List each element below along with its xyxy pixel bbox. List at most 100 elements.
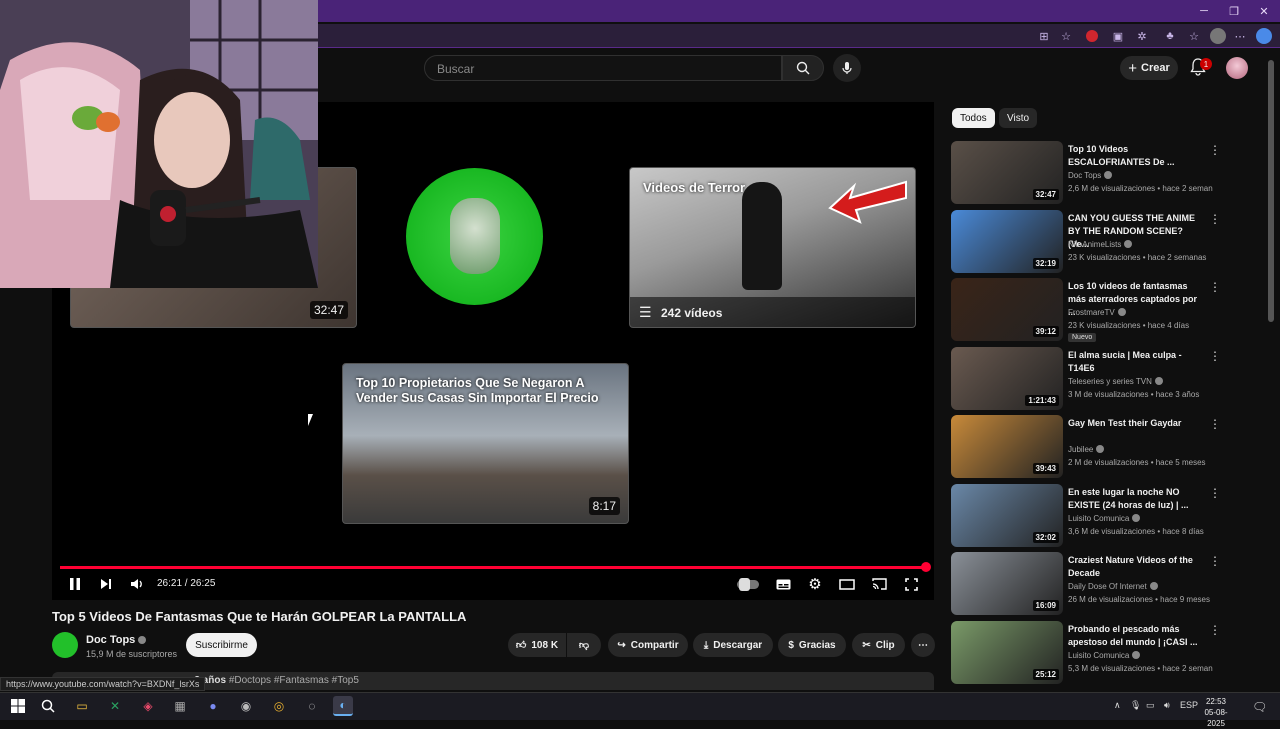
extension-icon[interactable]: ▣	[1110, 28, 1126, 44]
recommendation-thumbnail[interactable]: 39:43	[951, 415, 1063, 478]
account-avatar[interactable]	[1226, 57, 1248, 79]
recommendation-item[interactable]: 32:47 Top 10 Videos ESCALOFRIANTES De ..…	[951, 141, 1261, 205]
recommendation-title[interactable]: Top 10 Videos ESCALOFRIANTES De ...	[1068, 143, 1206, 169]
recommendation-thumbnail[interactable]: 16:09	[951, 552, 1063, 615]
chrome-icon[interactable]: ◎	[269, 696, 289, 716]
more-icon[interactable]: ⋯	[1232, 28, 1248, 44]
restore-icon[interactable]: ❐	[1218, 0, 1250, 22]
file-explorer-icon[interactable]: ▭	[72, 696, 92, 716]
recommendation-channel[interactable]: Luisito Comunica	[1068, 650, 1141, 660]
app-icon[interactable]: ▦	[170, 696, 190, 716]
recommendation-channel[interactable]: FrostmareTV	[1068, 308, 1126, 317]
recommendation-item[interactable]: 32:19 CAN YOU GUESS THE ANIME BY THE RAN…	[951, 209, 1261, 274]
recommendation-channel[interactable]: Doc Tops	[1068, 171, 1113, 180]
progress-bar[interactable]	[60, 566, 926, 569]
page-scrollbar[interactable]	[1268, 60, 1274, 322]
like-button[interactable]: 👍︎ 108 K	[508, 633, 566, 657]
windows-start-icon[interactable]	[8, 696, 28, 716]
recommendation-item[interactable]: 25:12 Probando el pescado más apestoso d…	[951, 620, 1261, 685]
subscribe-button[interactable]: Suscribirme	[186, 633, 257, 657]
favorites-icon[interactable]: ☆	[1186, 28, 1202, 44]
taskbar-clock[interactable]: 22:53 05-08-2025	[1196, 696, 1236, 729]
endcard-video-2[interactable]: Top 10 Propietarios Que Se Negaron A Ven…	[342, 363, 629, 524]
notification-center-icon[interactable]: 🗨︎	[1252, 700, 1267, 714]
theater-mode-button[interactable]	[838, 575, 856, 593]
recommendation-thumbnail[interactable]: 25:12	[951, 620, 1063, 684]
more-vertical-icon[interactable]: ⋮	[1209, 143, 1221, 157]
network-icon[interactable]: ▭	[1146, 700, 1155, 711]
recommendation-thumbnail[interactable]: 39:12	[951, 278, 1063, 341]
more-actions-button[interactable]: ⋯	[911, 633, 935, 657]
cast-button[interactable]	[870, 575, 888, 593]
autoplay-toggle[interactable]	[736, 575, 760, 593]
copilot-icon[interactable]	[1256, 28, 1272, 44]
recommendation-item[interactable]: 1:21:43 El alma sucia | Mea culpa - T14E…	[951, 346, 1261, 411]
subtitles-button[interactable]	[774, 575, 792, 593]
recommendation-thumbnail[interactable]: 1:21:43	[951, 346, 1063, 410]
next-button[interactable]	[97, 575, 115, 593]
extension-icon[interactable]	[1086, 30, 1098, 42]
clip-button[interactable]: ✂ Clip	[852, 633, 905, 657]
recommendation-channel[interactable]: Daily Dose Of Internet	[1068, 582, 1158, 591]
recommendation-title[interactable]: Gay Men Test their Gaydar	[1068, 417, 1206, 430]
more-vertical-icon[interactable]: ⋮	[1209, 623, 1221, 637]
recommendation-channel[interactable]: NitoAnimeLists	[1068, 239, 1133, 249]
more-vertical-icon[interactable]: ⋮	[1209, 554, 1221, 568]
share-button[interactable]: ↪ Compartir	[608, 633, 688, 657]
search-input[interactable]: Buscar	[424, 55, 782, 81]
recommendation-channel[interactable]: Jubilee	[1068, 445, 1105, 454]
channel-avatar[interactable]	[52, 632, 78, 658]
dislike-button[interactable]: 👎︎	[567, 633, 601, 657]
more-vertical-icon[interactable]: ⋮	[1209, 417, 1221, 431]
star-icon[interactable]: ☆	[1058, 28, 1074, 44]
channel-name[interactable]: Doc Tops	[86, 634, 147, 646]
more-vertical-icon[interactable]: ⋮	[1209, 280, 1221, 294]
voice-search-button[interactable]	[833, 54, 861, 82]
endcard-channel-subscribe[interactable]	[406, 168, 543, 305]
search-icon[interactable]	[38, 696, 58, 716]
settings-button[interactable]: ⚙	[806, 575, 824, 593]
recommendation-item[interactable]: 32:02 En este lugar la noche NO EXISTE (…	[951, 483, 1261, 548]
excel-icon[interactable]: ✕	[105, 696, 125, 716]
search-button[interactable]	[782, 55, 824, 81]
recommendation-item[interactable]: 16:09 Craziest Nature Videos of the Deca…	[951, 552, 1261, 616]
profile-icon[interactable]	[1210, 28, 1226, 44]
thanks-button[interactable]: $ Gracias	[778, 633, 846, 657]
more-vertical-icon[interactable]: ⋮	[1209, 486, 1221, 500]
more-vertical-icon[interactable]: ⋮	[1209, 349, 1221, 363]
progress-scrubber[interactable]	[921, 562, 931, 572]
recommendation-item[interactable]: 39:43 Gay Men Test their Gaydar Jubilee …	[951, 415, 1261, 479]
pause-button[interactable]	[66, 575, 84, 593]
recommendation-title[interactable]: Probando el pescado más apestoso del mun…	[1068, 623, 1206, 649]
recommendation-channel[interactable]: Teleseries y series TVN	[1068, 376, 1163, 386]
close-icon[interactable]: ✕	[1248, 0, 1280, 22]
download-button[interactable]: ⤓ Descargar	[693, 633, 773, 657]
chip-all[interactable]: Todos	[952, 108, 995, 128]
tray-chevron-icon[interactable]: ∧	[1114, 700, 1121, 711]
volume-button[interactable]	[128, 575, 146, 593]
recommendation-thumbnail[interactable]: 32:19	[951, 209, 1063, 273]
chip-watched[interactable]: Visto	[999, 108, 1038, 128]
recommendation-thumbnail[interactable]: 32:02	[951, 483, 1063, 547]
puzzle-icon[interactable]: ✲	[1134, 28, 1150, 44]
recommendation-title[interactable]: El alma sucia | Mea culpa - T14E6	[1068, 349, 1206, 375]
app-icon[interactable]: ◈	[138, 696, 158, 716]
minimize-icon[interactable]: ─	[1188, 0, 1220, 22]
app-icon[interactable]: ◉	[236, 696, 256, 716]
edge-icon[interactable]: ◐	[333, 696, 353, 716]
recommendation-title[interactable]: Craziest Nature Videos of the Decade	[1068, 554, 1206, 580]
recommendation-item[interactable]: 39:12 Los 10 videos de fantasmas más ate…	[951, 278, 1261, 342]
discord-icon[interactable]: ●	[203, 696, 223, 716]
volume-icon[interactable]: 🔊︎	[1164, 700, 1170, 711]
apps-icon[interactable]: ⊞	[1036, 28, 1052, 44]
recommendation-channel[interactable]: Luisito Comunica	[1068, 513, 1141, 523]
recommendation-thumbnail[interactable]: 32:47	[951, 141, 1063, 204]
endcard-playlist[interactable]: Videos de Terror ☰ 242 vídeos	[629, 167, 916, 328]
recommendation-title[interactable]: En este lugar la noche NO EXISTE (24 hor…	[1068, 486, 1206, 512]
more-vertical-icon[interactable]: ⋮	[1209, 212, 1221, 226]
extension-icon[interactable]: ♣	[1162, 28, 1178, 44]
create-button[interactable]: + Crear	[1120, 56, 1178, 80]
microphone-icon[interactable]: 🎙︎	[1130, 700, 1141, 711]
fullscreen-button[interactable]	[902, 575, 920, 593]
obs-icon[interactable]: ◌	[302, 696, 322, 716]
